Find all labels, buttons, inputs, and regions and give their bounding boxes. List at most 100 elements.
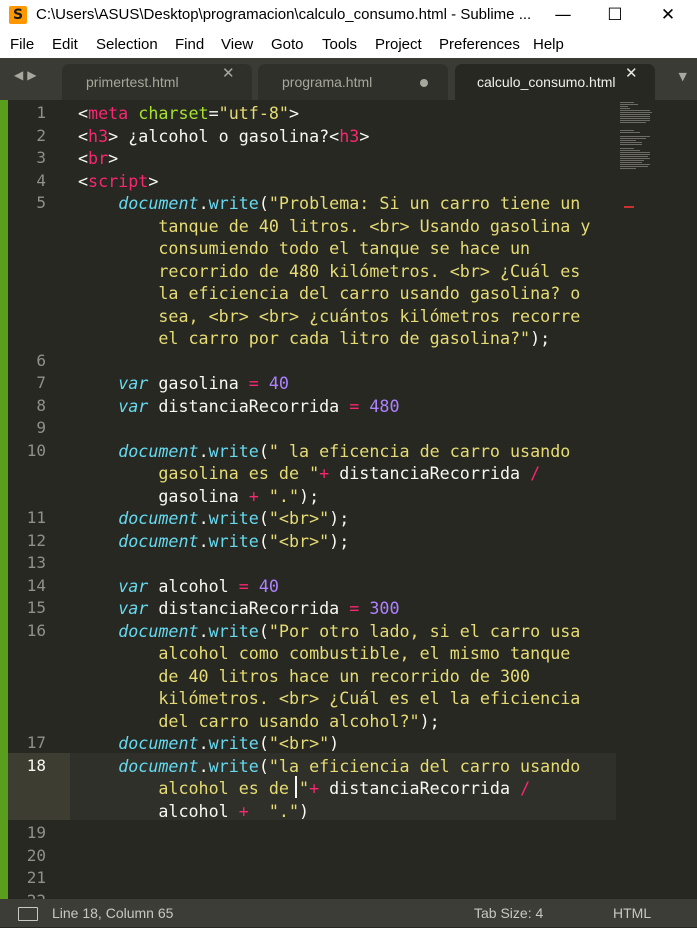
code-editor[interactable]: 12345678910111213141516171819202122 <met… xyxy=(0,100,697,899)
code-token: ( xyxy=(258,620,269,641)
code-token: + xyxy=(319,463,330,483)
code-token: ( xyxy=(258,733,269,753)
line-number: 8 xyxy=(36,395,46,415)
minimap[interactable] xyxy=(620,100,688,190)
close-tab-icon[interactable]: ✕ xyxy=(625,64,638,100)
line-number: 12 xyxy=(26,530,46,550)
code-token: write xyxy=(208,508,259,528)
code-token: ); xyxy=(419,710,440,731)
code-token: = xyxy=(349,395,360,416)
code-line: tanque de 40 litros. <br> Usando gasolin… xyxy=(78,215,590,238)
close-window-button[interactable]: ✕ xyxy=(645,0,691,30)
minimap-line xyxy=(620,102,634,103)
minimap-line xyxy=(620,130,634,131)
window-title: C:\Users\ASUS\Desktop\programacion\calcu… xyxy=(36,6,532,23)
code-token: var xyxy=(118,373,149,393)
code-line: document.write("<br>") xyxy=(78,732,339,755)
line-number: 14 xyxy=(26,575,46,595)
line-number: 16 xyxy=(26,620,46,640)
code-token: write xyxy=(208,620,259,641)
code-token: document xyxy=(118,755,199,776)
code-line: document.write("<br>"); xyxy=(78,507,349,530)
menu-view[interactable]: View xyxy=(221,30,253,58)
minimap-line xyxy=(620,114,650,115)
menu-selection[interactable]: Selection xyxy=(96,30,158,58)
menu-find[interactable]: Find xyxy=(175,30,204,58)
line-number: 20 xyxy=(26,845,46,865)
line-number: 17 xyxy=(26,733,46,752)
line-number: 9 xyxy=(36,418,46,437)
code-token: = xyxy=(208,103,219,123)
line-number: 4 xyxy=(36,170,46,190)
minimap-line xyxy=(620,140,636,141)
minimap-line xyxy=(620,156,648,157)
code-token: write xyxy=(208,755,259,776)
menu-project[interactable]: Project xyxy=(375,30,422,58)
menu-file[interactable]: File xyxy=(10,30,34,58)
tab-calculo-consumo[interactable]: calculo_consumo.html ✕ xyxy=(455,64,655,100)
line-number: 1 xyxy=(36,103,46,122)
code-token: write xyxy=(208,530,259,551)
line-number: 11 xyxy=(26,508,46,527)
tab-programa[interactable]: programa.html xyxy=(258,64,448,100)
code-token: document xyxy=(118,440,199,461)
code-token: recorrido de 480 kilómetros. <br> ¿Cuál … xyxy=(78,260,581,281)
code-token: 480 xyxy=(369,395,400,416)
maximize-button[interactable]: ☐ xyxy=(592,0,638,30)
minimap-line xyxy=(620,122,646,123)
menu-edit[interactable]: Edit xyxy=(52,30,78,58)
code-token: ); xyxy=(329,530,350,551)
menu-goto[interactable]: Goto xyxy=(271,30,304,58)
code-token: gasolina xyxy=(78,485,249,506)
code-token: > xyxy=(288,103,300,123)
minimap-line xyxy=(620,160,644,161)
line-number: 19 xyxy=(26,823,46,842)
code-line: <script> xyxy=(78,170,158,193)
tab-navigation-arrows-icon[interactable]: ◀▶ xyxy=(14,68,40,82)
line-number: 18 xyxy=(26,755,46,775)
line-number: 13 xyxy=(26,553,46,572)
code-token: ); xyxy=(329,508,350,528)
code-token: / xyxy=(530,463,541,483)
code-token: var xyxy=(118,395,149,416)
code-token: distanciaRecorrida xyxy=(319,778,521,798)
unsaved-dot-icon[interactable] xyxy=(420,79,428,87)
code-token: . xyxy=(198,733,209,753)
code-token: . xyxy=(198,755,209,776)
code-token: document xyxy=(118,508,199,528)
line-number: 15 xyxy=(26,598,46,617)
panel-toggle-icon[interactable] xyxy=(18,907,38,921)
menu-help[interactable]: Help xyxy=(533,30,564,58)
code-token: write xyxy=(208,733,259,753)
code-token: ( xyxy=(258,508,269,528)
line-number: 2 xyxy=(36,125,46,145)
menu-tools[interactable]: Tools xyxy=(322,30,357,58)
menu-bar: File Edit Selection Find View Goto Tools… xyxy=(0,30,697,58)
line-number: 7 xyxy=(36,373,46,392)
code-token: ) xyxy=(299,800,310,821)
code-token: document xyxy=(118,733,199,753)
code-token: 300 xyxy=(369,598,400,618)
code-line: var gasolina = 40 xyxy=(78,372,289,395)
minimize-button[interactable]: — xyxy=(540,0,586,30)
code-token: tanque de 40 litros. <br> Usando gasolin… xyxy=(78,215,591,236)
code-token: meta xyxy=(88,103,129,123)
tab-primertest[interactable]: primertest.html ✕ xyxy=(62,64,252,100)
menu-preferences[interactable]: Preferences xyxy=(439,30,520,58)
code-token: var xyxy=(118,598,149,618)
code-token: . xyxy=(198,530,209,551)
tab-size-selector[interactable]: Tab Size: 4 xyxy=(474,899,543,927)
close-tab-icon[interactable]: ✕ xyxy=(222,64,235,100)
minimap-line xyxy=(620,166,648,167)
tab-overflow-icon[interactable]: ▼ xyxy=(679,70,687,83)
code-line: la eficiencia del carro usando gasolina?… xyxy=(78,282,580,305)
code-token: > xyxy=(108,148,119,168)
code-token: 40 xyxy=(268,373,289,393)
syntax-selector[interactable]: HTML xyxy=(613,899,651,927)
